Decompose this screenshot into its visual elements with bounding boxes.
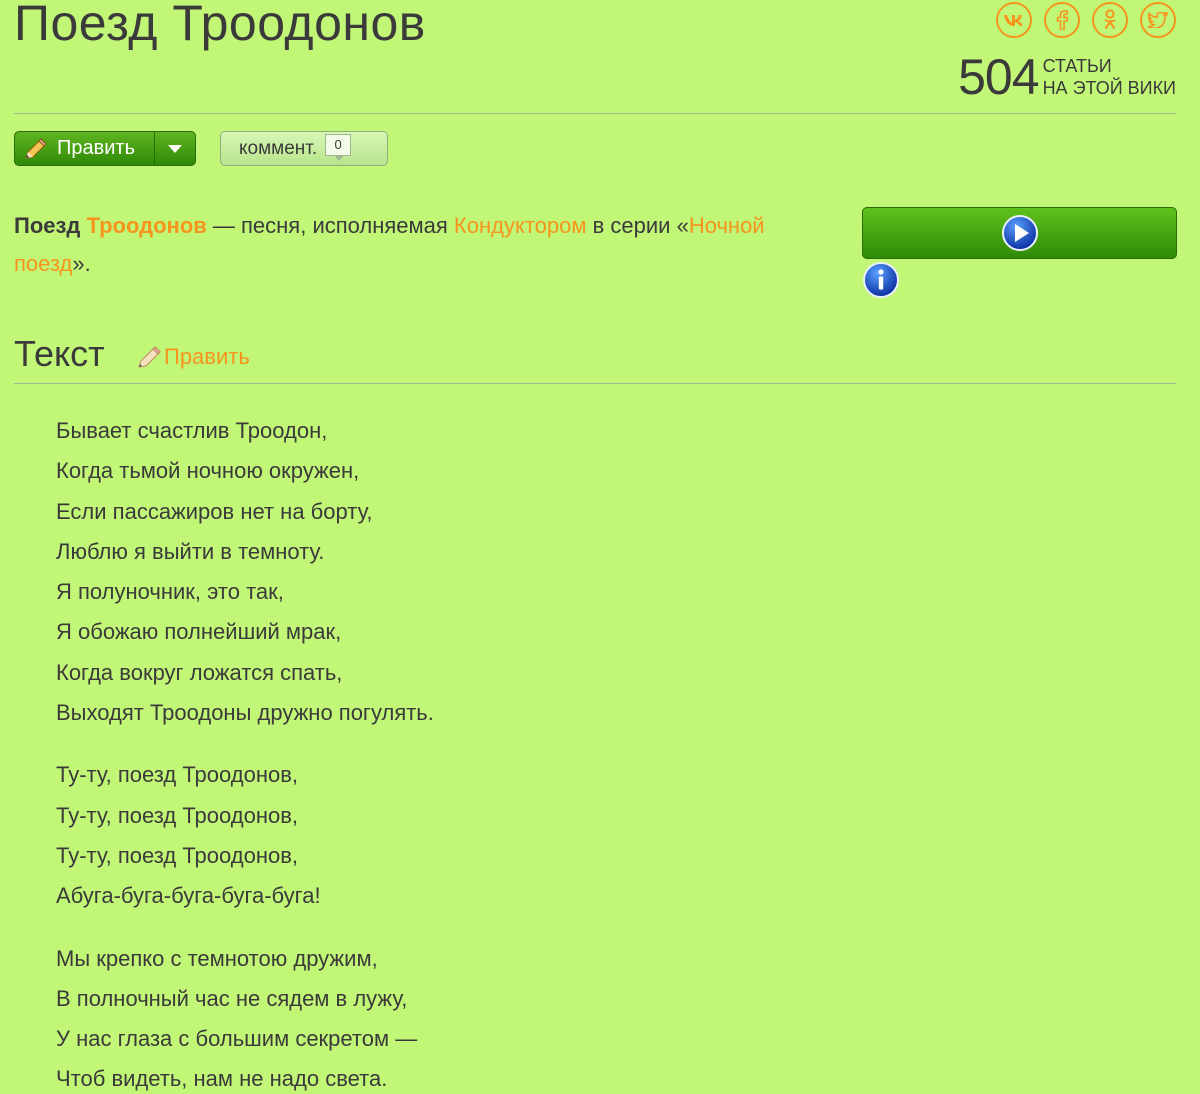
lyrics-line: Ту-ту, поезд Троодонов, (56, 762, 299, 788)
lyrics-line: У нас глаза с большим секретом — (56, 1026, 418, 1052)
lyrics-line: Ту-ту, поезд Троодонов, (56, 842, 299, 868)
comment-button-label: коммент. (239, 137, 318, 159)
page: Поезд Троодонов 504 СТАТЬИ НА ЭТОЙ ВИКИ (0, 0, 1200, 1094)
social-share-bar (996, 2, 1176, 38)
edit-button[interactable]: Править (14, 131, 196, 166)
lyrics-line: Ту-ту, поезд Троодонов, (56, 802, 299, 828)
article-count-label-line2: НА ЭТОЙ ВИКИ (1042, 78, 1176, 98)
pencil-icon (25, 137, 47, 159)
section-title-text: Текст (14, 333, 105, 374)
lyrics-line: Мы крепко с темнотою дружим, (56, 945, 378, 971)
lyrics-line: Когда тьмой ночною окружен, (56, 458, 360, 484)
lyrics-line: Люблю я выйти в темноту. (56, 538, 325, 564)
pencil-icon (138, 346, 161, 368)
edit-dropdown-toggle[interactable] (155, 144, 195, 153)
article-intro: Поезд Троодонов — песня, исполняемая Кон… (14, 207, 834, 283)
lyrics-line: Если пассажиров нет на борту, (56, 498, 373, 524)
play-icon[interactable] (1001, 214, 1039, 252)
odnoklassniki-share-icon[interactable] (1092, 2, 1128, 38)
lyrics-line: Абуга-буга-буга-буга-буга! (56, 883, 321, 909)
page-title: Поезд Троодонов (14, 0, 426, 51)
article-count-label-line1: СТАТЬИ (1042, 56, 1112, 76)
section-edit-label: Править (164, 344, 250, 369)
vk-share-icon[interactable] (996, 2, 1032, 38)
lyrics-stanza-1: Бывает счастлив Троодон, Когда тьмой ноч… (56, 411, 434, 733)
article-count-label: СТАТЬИ НА ЭТОЙ ВИКИ (1043, 52, 1176, 99)
lyrics-line: Бывает счастлив Троодон, (56, 418, 328, 443)
media-player-bar[interactable] (862, 207, 1177, 259)
lyrics-line: Когда вокруг ложатся спать, (56, 659, 343, 685)
wiki-article-count: 504 СТАТЬИ НА ЭТОЙ ВИКИ (958, 52, 1176, 102)
twitter-share-icon[interactable] (1140, 2, 1176, 38)
lyrics-stanza-2: Ту-ту, поезд Троодонов, Ту-ту, поезд Тро… (56, 755, 434, 916)
section-divider (14, 383, 1176, 384)
comment-count-badge: 0 (325, 133, 352, 161)
intro-text-1: — песня, исполняемая (206, 213, 454, 238)
edit-button-label: Править (57, 137, 135, 159)
lyrics-line: В полночный час не сядем в лужу, (56, 985, 408, 1011)
lyrics-line: Я обожаю полнейший мрак, (56, 619, 342, 645)
info-icon[interactable] (862, 261, 900, 304)
comment-button[interactable]: коммент. 0 (220, 131, 388, 166)
lyrics-block: Бывает счастлив Троодон, Когда тьмой ноч… (56, 411, 434, 1094)
lyrics-line: Я полуночник, это так, (56, 579, 284, 605)
chevron-down-icon (168, 144, 182, 153)
lyrics-line: Выходят Троодоны дружно погулять. (56, 700, 434, 726)
intro-text-2: в серии « (586, 213, 689, 238)
lyrics-stanza-3: Мы крепко с темнотою дружим, В полночный… (56, 939, 434, 1094)
article-count-number: 504 (958, 49, 1039, 105)
intro-text-3: ». (72, 251, 91, 276)
intro-bold-prefix: Поезд (14, 213, 87, 238)
facebook-share-icon[interactable] (1044, 2, 1080, 38)
troodon-link[interactable]: Троодонов (87, 213, 207, 238)
header-divider (14, 113, 1176, 114)
conductor-link[interactable]: Кондуктором (454, 213, 587, 238)
edit-button-main[interactable]: Править (15, 132, 155, 165)
lyrics-line: Чтоб видеть, нам не надо света. (56, 1066, 388, 1092)
section-edit-link[interactable]: Править (136, 344, 250, 370)
